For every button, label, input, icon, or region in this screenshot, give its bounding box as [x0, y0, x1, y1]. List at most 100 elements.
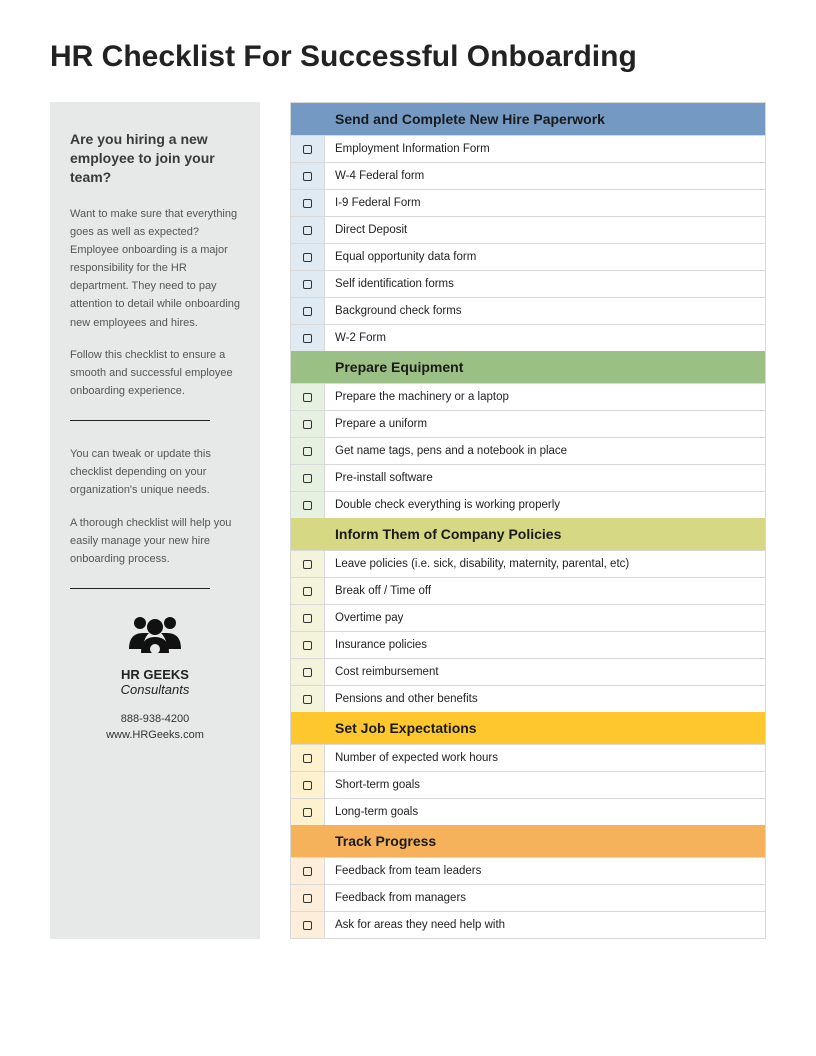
checklist-row: Background check forms: [291, 297, 765, 324]
checkbox-icon[interactable]: [303, 808, 312, 817]
sidebar-para-2: Follow this checklist to ensure a smooth…: [70, 346, 240, 400]
checklist-row: Cost reimbursement: [291, 658, 765, 685]
checklist-row: Pre-install software: [291, 464, 765, 491]
checkbox-cell: [291, 858, 325, 884]
checkbox-cell: [291, 217, 325, 243]
checkbox-icon[interactable]: [303, 447, 312, 456]
checklist-row: Get name tags, pens and a notebook in pl…: [291, 437, 765, 464]
checkbox-icon[interactable]: [303, 393, 312, 402]
checkbox-cell: [291, 271, 325, 297]
checkbox-icon[interactable]: [303, 420, 312, 429]
checklist-row: Feedback from managers: [291, 884, 765, 911]
checkbox-cell: [291, 799, 325, 825]
checklist-row: Employment Information Form: [291, 135, 765, 162]
checkbox-icon[interactable]: [303, 226, 312, 235]
sidebar-para-1: Want to make sure that everything goes a…: [70, 205, 240, 332]
checkbox-icon[interactable]: [303, 560, 312, 569]
checklist-item-label: Feedback from managers: [325, 885, 765, 911]
checkbox-icon[interactable]: [303, 334, 312, 343]
checklist-row: W-2 Form: [291, 324, 765, 351]
sidebar-para-3: You can tweak or update this checklist d…: [70, 445, 240, 499]
checklist-item-label: Get name tags, pens and a notebook in pl…: [325, 438, 765, 464]
checkbox-cell: [291, 163, 325, 189]
checkbox-cell: [291, 492, 325, 518]
checklist-row: Self identification forms: [291, 270, 765, 297]
section-header: Inform Them of Company Policies: [291, 518, 765, 550]
checkbox-cell: [291, 190, 325, 216]
checklist-row: Break off / Time off: [291, 577, 765, 604]
checklist-row: I-9 Federal Form: [291, 189, 765, 216]
checklist-item-label: Employment Information Form: [325, 136, 765, 162]
sidebar-heading: Are you hiring a new employee to join yo…: [70, 130, 240, 187]
checklist-row: Prepare the machinery or a laptop: [291, 383, 765, 410]
checkbox-icon[interactable]: [303, 280, 312, 289]
checkbox-icon[interactable]: [303, 199, 312, 208]
section-header: Set Job Expectations: [291, 712, 765, 744]
section-title: Inform Them of Company Policies: [325, 518, 765, 550]
checkbox-cell: [291, 578, 325, 604]
checkbox-cell: [291, 745, 325, 771]
company-phone: 888-938-4200: [70, 711, 240, 728]
sidebar-para-4: A thorough checklist will help you easil…: [70, 514, 240, 568]
section-accent: [291, 103, 325, 135]
page-title: HR Checklist For Successful Onboarding: [50, 40, 766, 74]
checkbox-icon[interactable]: [303, 867, 312, 876]
section-accent: [291, 351, 325, 383]
section-title: Track Progress: [325, 825, 765, 857]
company-subtitle: Consultants: [70, 682, 240, 697]
checklist-table: Send and Complete New Hire PaperworkEmpl…: [290, 102, 766, 939]
checkbox-icon[interactable]: [303, 501, 312, 510]
section-title: Send and Complete New Hire Paperwork: [325, 103, 765, 135]
checklist-item-label: Direct Deposit: [325, 217, 765, 243]
checkbox-icon[interactable]: [303, 695, 312, 704]
checklist-item-label: Number of expected work hours: [325, 745, 765, 771]
checkbox-icon[interactable]: [303, 587, 312, 596]
checkbox-icon[interactable]: [303, 253, 312, 262]
section-accent: [291, 825, 325, 857]
checkbox-cell: [291, 885, 325, 911]
section-header: Prepare Equipment: [291, 351, 765, 383]
checklist-item-label: Short-term goals: [325, 772, 765, 798]
checklist-row: Direct Deposit: [291, 216, 765, 243]
checkbox-icon[interactable]: [303, 474, 312, 483]
checkbox-cell: [291, 772, 325, 798]
checkbox-cell: [291, 244, 325, 270]
checkbox-cell: [291, 465, 325, 491]
checklist-item-label: Feedback from team leaders: [325, 858, 765, 884]
section-title: Set Job Expectations: [325, 712, 765, 744]
section-header: Track Progress: [291, 825, 765, 857]
checkbox-cell: [291, 325, 325, 351]
checkbox-icon[interactable]: [303, 307, 312, 316]
checkbox-icon[interactable]: [303, 894, 312, 903]
company-block: HR GEEKS Consultants 888-938-4200 www.HR…: [70, 613, 240, 744]
people-group-icon: [123, 613, 187, 661]
checklist-item-label: Pensions and other benefits: [325, 686, 765, 712]
checklist-item-label: Ask for areas they need help with: [325, 912, 765, 938]
checkbox-cell: [291, 438, 325, 464]
checklist-item-label: Background check forms: [325, 298, 765, 324]
checklist-item-label: Long-term goals: [325, 799, 765, 825]
checkbox-cell: [291, 384, 325, 410]
section-header: Send and Complete New Hire Paperwork: [291, 103, 765, 135]
checkbox-icon[interactable]: [303, 921, 312, 930]
checkbox-icon[interactable]: [303, 781, 312, 790]
divider: [70, 588, 210, 589]
checkbox-icon[interactable]: [303, 145, 312, 154]
checkbox-icon[interactable]: [303, 641, 312, 650]
checklist-row: Equal opportunity data form: [291, 243, 765, 270]
checklist-row: Number of expected work hours: [291, 744, 765, 771]
main-container: Are you hiring a new employee to join yo…: [50, 102, 766, 939]
checkbox-icon[interactable]: [303, 172, 312, 181]
checklist-row: Short-term goals: [291, 771, 765, 798]
checklist-item-label: Prepare a uniform: [325, 411, 765, 437]
checklist-item-label: Cost reimbursement: [325, 659, 765, 685]
checkbox-icon[interactable]: [303, 754, 312, 763]
sidebar: Are you hiring a new employee to join yo…: [50, 102, 260, 939]
checklist-item-label: W-4 Federal form: [325, 163, 765, 189]
checkbox-icon[interactable]: [303, 614, 312, 623]
checklist-row: Pensions and other benefits: [291, 685, 765, 712]
checkbox-icon[interactable]: [303, 668, 312, 677]
checklist-item-label: Break off / Time off: [325, 578, 765, 604]
checklist-item-label: Overtime pay: [325, 605, 765, 631]
checkbox-cell: [291, 605, 325, 631]
